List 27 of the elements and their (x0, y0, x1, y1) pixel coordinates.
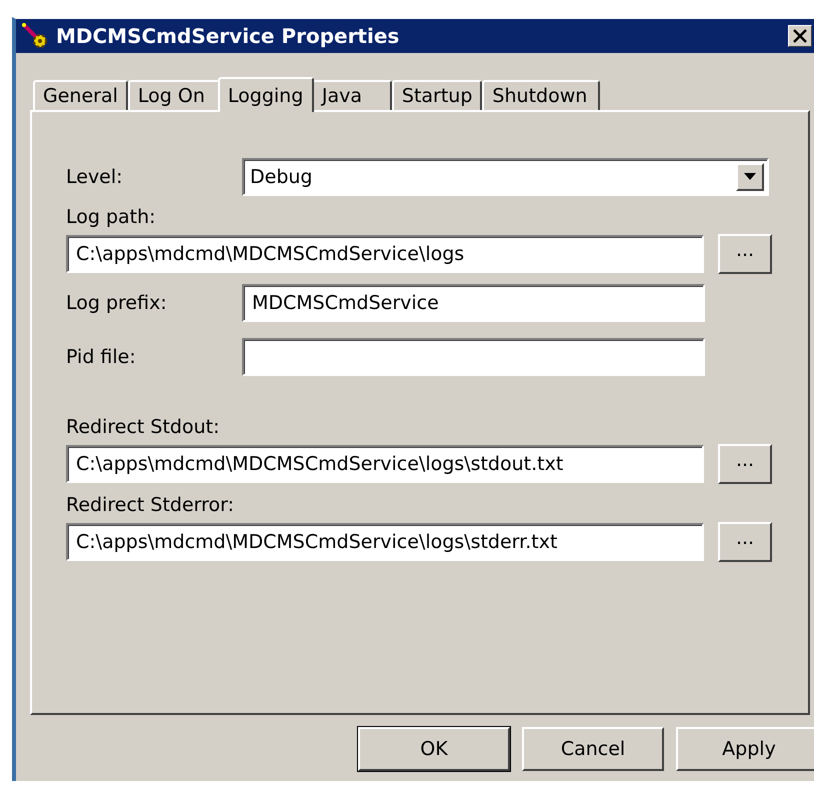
tab[interactable]: Logging (218, 77, 314, 112)
tab[interactable]: General (33, 80, 128, 110)
browse-button[interactable]: ... (718, 234, 772, 274)
gear-icon (22, 23, 48, 49)
tab[interactable]: Shutdown (482, 80, 600, 110)
window-title: MDCMSCmdService Properties (56, 24, 400, 48)
tab[interactable]: Java (312, 80, 392, 110)
path-field[interactable]: C:\apps\mdcmd\MDCMSCmdService\logs (66, 235, 704, 273)
browse-button[interactable]: ... (718, 444, 772, 484)
level-dropdown[interactable]: Debug (242, 158, 769, 196)
field-label: Log prefix: (66, 292, 168, 314)
close-button[interactable] (788, 25, 812, 47)
field-label: Redirect Stdout: (66, 416, 220, 438)
path-field[interactable]: C:\apps\mdcmd\MDCMSCmdService\logs\stderr.txt (66, 523, 704, 561)
dialog-button[interactable]: Cancel (522, 727, 664, 771)
path-field[interactable]: C:\apps\mdcmd\MDCMSCmdService\logs\stdout.txt (66, 445, 704, 483)
input-field[interactable]: MDCMSCmdService (242, 284, 705, 322)
tab[interactable]: Log On (128, 80, 220, 110)
field-label: Log path: (66, 206, 156, 228)
dialog-button[interactable]: Apply (676, 727, 814, 771)
browse-button[interactable]: ... (718, 522, 772, 562)
field-label: Pid file: (66, 346, 137, 368)
field-label: Level: (66, 166, 124, 188)
tab[interactable]: Startup (392, 80, 482, 110)
input-field[interactable] (242, 338, 705, 376)
field-label: Redirect Stderror: (66, 494, 234, 516)
dialog-button[interactable]: OK (358, 727, 510, 771)
